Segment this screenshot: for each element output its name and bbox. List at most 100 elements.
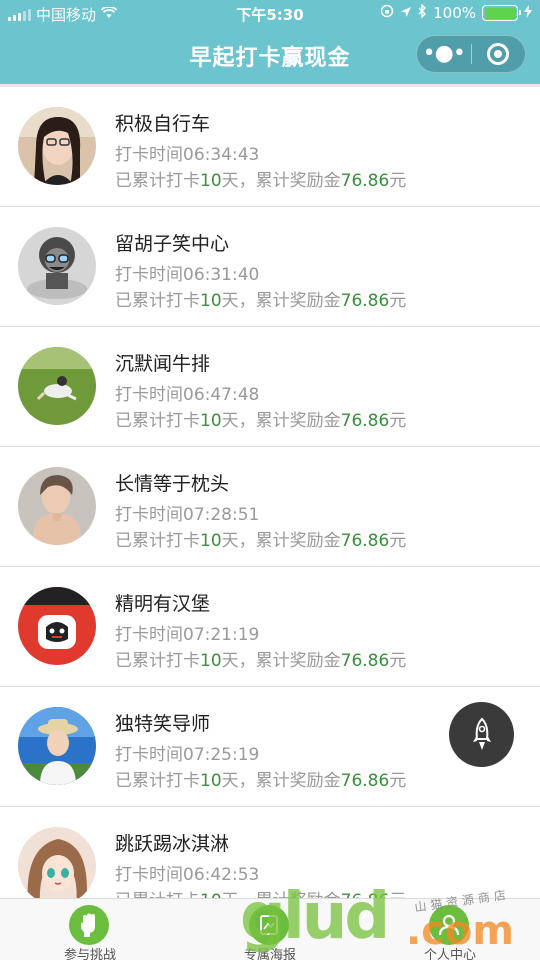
days-count: 10 bbox=[200, 171, 222, 191]
avatar bbox=[18, 467, 96, 545]
fist-icon bbox=[69, 905, 109, 945]
status-bar: 中国移动 下午5:30 100% bbox=[0, 0, 540, 28]
checkin-time-value: 07:25:19 bbox=[183, 745, 260, 765]
target-circle-icon[interactable] bbox=[472, 43, 526, 65]
days-count: 10 bbox=[200, 651, 222, 671]
days-count: 10 bbox=[200, 531, 222, 551]
user-name: 积极自行车 bbox=[115, 113, 211, 135]
user-name: 精明有汉堡 bbox=[115, 593, 211, 615]
list-item[interactable]: 留胡子笑中心 打卡时间06:31:40 已累计打卡10天，累计奖励金76.86元 bbox=[0, 207, 540, 327]
days-count: 10 bbox=[200, 411, 222, 431]
currency-unit: 元 bbox=[389, 531, 407, 551]
days-unit: 天，累计奖励金 bbox=[221, 771, 341, 791]
checkin-time: 打卡时间07:21:19 bbox=[115, 620, 259, 645]
currency-unit: 元 bbox=[389, 291, 407, 311]
reward-amount: 76.86 bbox=[341, 891, 390, 898]
checkin-list[interactable]: 积极自行车 打卡时间06:34:43 已累计打卡10天，累计奖励金76.86元 留胡子… bbox=[0, 84, 540, 898]
checkin-time: 打卡时间06:31:40 bbox=[115, 260, 259, 285]
tab-profile[interactable]: 个人中心 bbox=[360, 899, 540, 960]
status-right: 100% bbox=[380, 3, 532, 22]
reward-summary: 已累计打卡10天，累计奖励金76.86元 bbox=[115, 886, 406, 898]
currency-unit: 元 bbox=[389, 171, 407, 191]
checkin-time-prefix: 打卡时间 bbox=[115, 145, 183, 165]
reward-amount: 76.86 bbox=[340, 411, 390, 431]
checkin-time-value: 06:31:40 bbox=[183, 265, 260, 285]
rocket-button[interactable] bbox=[449, 702, 514, 767]
days-count: 10 bbox=[200, 291, 222, 311]
list-item[interactable]: 精明有汉堡 打卡时间07:21:19 已累计打卡10天，累计奖励金76.86元 bbox=[0, 567, 540, 687]
user-name: 沉默闻牛排 bbox=[115, 353, 211, 375]
summary-prefix: 已累计打卡 bbox=[115, 651, 200, 671]
reward-summary: 已累计打卡10天，累计奖励金76.86元 bbox=[115, 166, 406, 191]
currency-unit: 元 bbox=[389, 771, 407, 791]
avatar bbox=[18, 107, 96, 185]
user-name: 跳跃踢冰淇淋 bbox=[115, 833, 230, 855]
checkin-time: 打卡时间07:28:51 bbox=[115, 500, 259, 525]
list-item[interactable]: 长情等于枕头 打卡时间07:28:51 已累计打卡10天，累计奖励金76.86元 bbox=[0, 447, 540, 567]
tab-poster[interactable]: 专属海报 bbox=[180, 899, 360, 960]
user-name: 长情等于枕头 bbox=[115, 473, 230, 495]
charging-icon bbox=[524, 4, 532, 22]
reward-amount: 76.86 bbox=[340, 291, 390, 311]
reward-summary: 已累计打卡10天，累计奖励金76.86元 bbox=[115, 286, 406, 311]
tab-label: 个人中心 bbox=[423, 948, 476, 960]
reward-summary: 已累计打卡10天，累计奖励金76.86元 bbox=[115, 646, 406, 671]
checkin-time-prefix: 打卡时间 bbox=[115, 865, 183, 885]
reward-amount: 76.86 bbox=[340, 771, 390, 791]
reward-summary: 已累计打卡10天，累计奖励金76.86元 bbox=[115, 766, 406, 791]
days-unit: 天，累计奖励金 bbox=[221, 171, 341, 191]
days-count: 10 bbox=[200, 771, 222, 791]
reward-summary: 已累计打卡10天，累计奖励金76.86元 bbox=[115, 526, 406, 551]
checkin-time-value: 06:34:43 bbox=[183, 145, 260, 165]
reward-amount: 76.86 bbox=[340, 651, 390, 671]
orientation-lock-icon bbox=[380, 4, 394, 22]
avatar bbox=[18, 707, 96, 785]
tab-label: 参与挑战 bbox=[63, 948, 116, 960]
list-item[interactable]: 积极自行车打卡时间06:34:43 已累计打卡10天，累计奖励金76.86元 bbox=[0, 87, 540, 207]
battery-icon bbox=[482, 5, 521, 21]
days-unit: 天，累计奖励金 bbox=[221, 291, 341, 311]
user-name: 留胡子笑中心 bbox=[115, 233, 230, 255]
avatar bbox=[18, 227, 96, 305]
checkin-time-prefix: 打卡时间 bbox=[115, 745, 183, 765]
poster-icon bbox=[249, 905, 289, 945]
checkin-time: 打卡时间06:47:48 bbox=[115, 380, 259, 405]
checkin-time-value: 06:47:48 bbox=[183, 385, 260, 405]
checkin-time: 打卡时间06:34:43 bbox=[115, 140, 259, 165]
nav-bar: 早起打卡赢现金 •●• bbox=[0, 28, 540, 84]
days-unit: 天，累计奖励金 bbox=[221, 531, 341, 551]
summary-prefix: 已累计打卡 bbox=[115, 411, 200, 431]
summary-prefix: 已累计打卡 bbox=[115, 171, 200, 191]
battery-percent: 100% bbox=[433, 4, 476, 22]
more-dots-icon[interactable]: •●• bbox=[417, 35, 471, 73]
summary-prefix: 已累计打卡 bbox=[115, 891, 200, 898]
checkin-time-prefix: 打卡时间 bbox=[115, 265, 183, 285]
reward-amount: 76.86 bbox=[340, 531, 390, 551]
currency-unit: 元 bbox=[389, 651, 407, 671]
bluetooth-icon bbox=[418, 3, 427, 22]
checkin-time-value: 07:28:51 bbox=[183, 505, 260, 525]
tab-label: 专属海报 bbox=[243, 948, 296, 960]
days-unit: 天，累计奖励金 bbox=[221, 651, 341, 671]
checkin-time-value: 06:42:53 bbox=[183, 865, 260, 885]
tab-bar: 参与挑战 专属海报 个人中心 bbox=[0, 898, 540, 960]
summary-prefix: 已累计打卡 bbox=[115, 771, 200, 791]
list-item[interactable]: 沉默闻牛排打卡时间06:47:48 已累计打卡10天，累计奖励金76.86元 bbox=[0, 327, 540, 447]
list-item[interactable]: 跳跃踢冰淇淋打卡时间06:42:53已累计打卡10天，累计奖励金76.86元 bbox=[0, 807, 540, 898]
checkin-time-prefix: 打卡时间 bbox=[115, 625, 183, 645]
mini-program-capsule: •●• bbox=[416, 35, 526, 73]
days-unit: 天，累计奖励金 bbox=[222, 891, 341, 898]
checkin-time-prefix: 打卡时间 bbox=[115, 505, 183, 525]
avatar bbox=[18, 587, 96, 665]
summary-prefix: 已累计打卡 bbox=[115, 531, 200, 551]
checkin-time: 打卡时间06:42:53 bbox=[115, 860, 259, 885]
location-icon bbox=[400, 4, 412, 22]
reward-summary: 已累计打卡10天，累计奖励金76.86元 bbox=[115, 406, 406, 431]
summary-prefix: 已累计打卡 bbox=[115, 291, 200, 311]
checkin-time-value: 07:21:19 bbox=[183, 625, 260, 645]
avatar bbox=[18, 827, 96, 898]
currency-unit: 元 bbox=[389, 411, 407, 431]
user-name: 独特笑导师 bbox=[115, 713, 211, 735]
checkin-time: 打卡时间07:25:19 bbox=[115, 740, 259, 765]
tab-challenge[interactable]: 参与挑战 bbox=[0, 899, 180, 960]
